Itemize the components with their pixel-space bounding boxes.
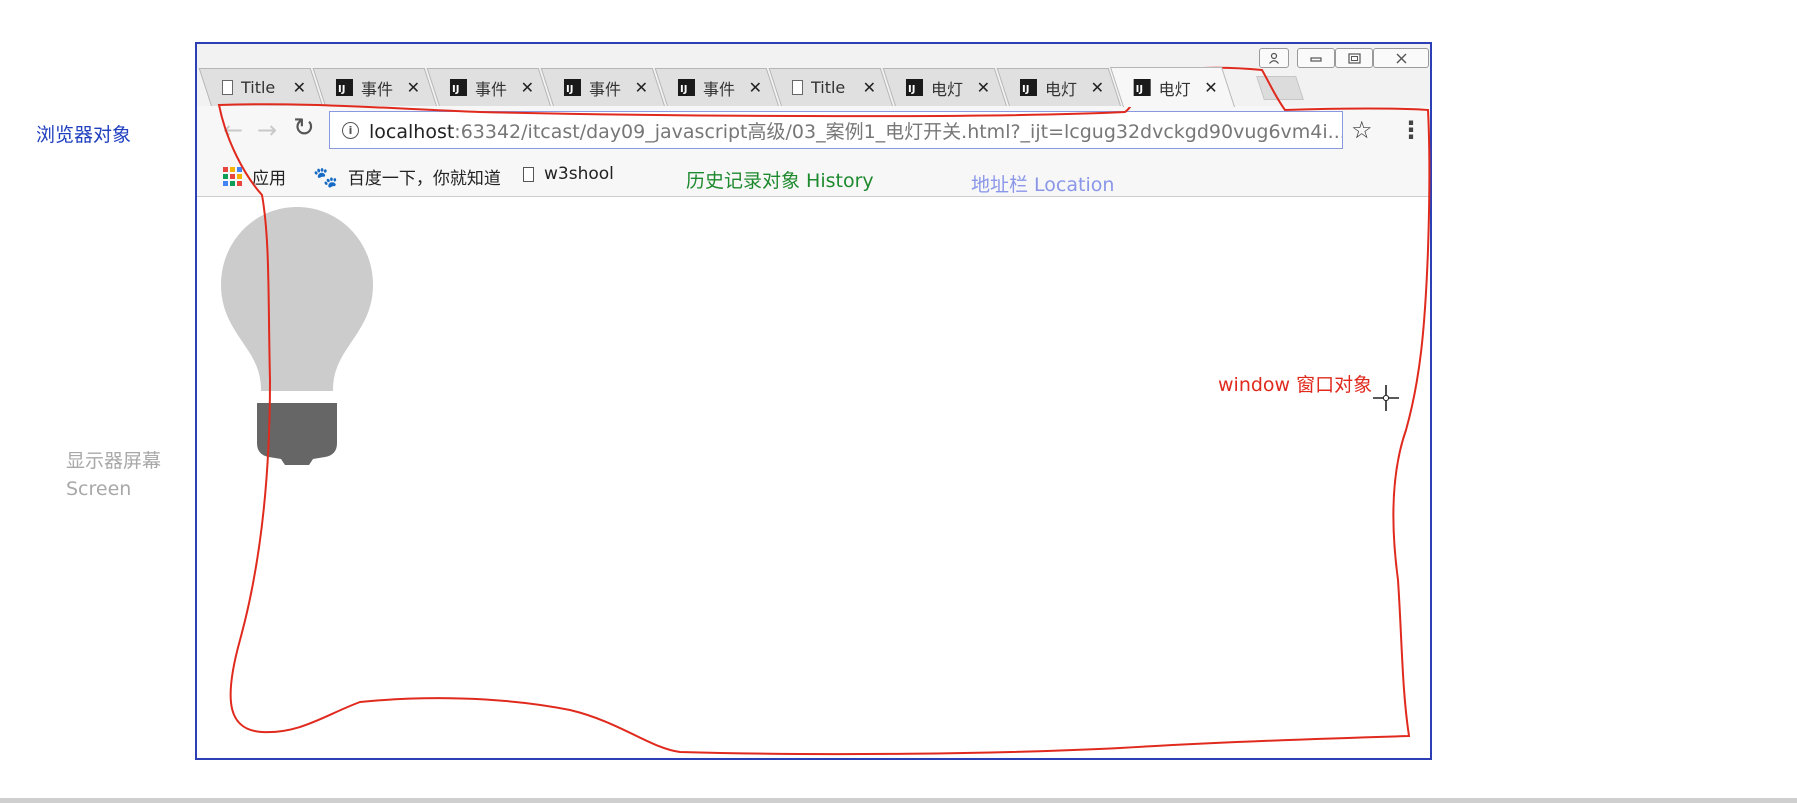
apps-grid-icon <box>223 167 242 186</box>
tab-close-icon[interactable]: ✕ <box>749 78 762 97</box>
address-bar[interactable]: i localhost:63342/itcast/day09_javascrip… <box>329 111 1343 149</box>
bookmark-w3-label: w3shool <box>544 164 614 184</box>
tab-title: 电灯 <box>1158 79 1191 99</box>
tab-strip: Title ✕ IJ 事件 ✕ IJ 事件 ✕ IJ 事件 ✕ IJ 事件 ✕ … <box>197 44 1430 107</box>
tab-close-icon[interactable]: ✕ <box>977 78 990 97</box>
location-annotation: 地址栏 Location <box>971 174 1115 196</box>
page-content <box>197 197 1430 758</box>
tab-title: Title <box>810 78 845 97</box>
back-arrow-icon[interactable]: ← <box>223 116 243 144</box>
tab-close-icon[interactable]: ✕ <box>635 78 648 97</box>
baidu-paw-icon: 🐾 <box>313 164 338 189</box>
new-tab-button[interactable] <box>1256 76 1304 100</box>
tab-close-icon[interactable]: ✕ <box>407 78 420 97</box>
tab[interactable]: IJ 事件 ✕ <box>540 68 665 106</box>
bottom-divider <box>0 798 1797 803</box>
intellij-icon: IJ <box>1133 79 1151 96</box>
star-icon[interactable]: ☆ <box>1351 116 1373 144</box>
bookmark-apps-label: 应用 <box>252 169 286 189</box>
tab-title: 事件 <box>360 79 394 99</box>
person-icon[interactable] <box>1259 48 1289 68</box>
tab-title: Title <box>240 78 275 97</box>
maximize-icon[interactable] <box>1335 48 1373 68</box>
tab[interactable]: Title ✕ <box>198 68 323 106</box>
history-annotation: 历史记录对象 History <box>686 170 874 192</box>
tab[interactable]: IJ 事件 ✕ <box>654 68 779 106</box>
tab[interactable]: IJ 电灯 ✕ <box>882 68 1007 106</box>
browser-window: Title ✕ IJ 事件 ✕ IJ 事件 ✕ IJ 事件 ✕ IJ 事件 ✕ … <box>195 42 1432 760</box>
tab[interactable]: IJ 事件 ✕ <box>426 68 551 106</box>
bookmark-baidu[interactable]: 🐾 百度一下，你就知道 <box>313 164 501 190</box>
intellij-icon: IJ <box>449 79 467 96</box>
tab-close-icon[interactable]: ✕ <box>1091 78 1104 97</box>
browser-object-label: 浏览器对象 <box>36 124 132 146</box>
page-icon <box>523 166 534 182</box>
window-annotation: window 窗口对象 <box>1218 374 1373 396</box>
screen-label-en: Screen <box>66 478 132 500</box>
url-host: localhost <box>369 120 455 143</box>
reload-icon[interactable]: ↻ <box>293 114 315 142</box>
intellij-icon: IJ <box>335 79 353 96</box>
tab-close-icon[interactable]: ✕ <box>1204 78 1217 97</box>
page-icon <box>221 80 233 95</box>
tab-title: 电灯 <box>930 79 964 99</box>
toolbar: ← → ↻ i localhost:63342/itcast/day09_jav… <box>197 106 1430 156</box>
intellij-icon: IJ <box>563 79 581 96</box>
tab-close-icon[interactable]: ✕ <box>521 78 534 97</box>
tab[interactable]: IJ 事件 ✕ <box>312 68 437 106</box>
intellij-icon: IJ <box>677 79 695 96</box>
tab-title: 事件 <box>588 79 622 99</box>
bookmark-w3shool[interactable]: w3shool <box>523 164 614 184</box>
url-path: :63342/itcast/day09_javascript高级/03_案例1_… <box>454 120 1343 143</box>
screen-label-cn: 显示器屏幕 <box>66 450 162 472</box>
minimize-icon[interactable] <box>1297 48 1335 68</box>
bookmark-apps[interactable]: 应用 <box>223 164 286 189</box>
tab-title: 电灯 <box>1044 79 1078 99</box>
crosshair-cursor-icon <box>1373 385 1399 411</box>
page-icon <box>791 80 803 95</box>
tab-close-icon[interactable]: ✕ <box>293 78 306 97</box>
intellij-icon: IJ <box>1019 79 1037 96</box>
info-icon[interactable]: i <box>342 121 359 139</box>
tab-title: 事件 <box>474 79 508 99</box>
tab-close-icon[interactable]: ✕ <box>863 78 876 97</box>
menu-icon[interactable]: ⋮ <box>1399 116 1423 144</box>
tab[interactable]: Title ✕ <box>768 68 893 106</box>
forward-arrow-icon[interactable]: → <box>257 116 277 144</box>
tab-active[interactable]: IJ 电灯 ✕ <box>1110 67 1235 107</box>
tab[interactable]: IJ 电灯 ✕ <box>996 68 1121 106</box>
tab-title: 事件 <box>702 79 736 99</box>
light-bulb-image[interactable] <box>217 207 377 467</box>
close-icon[interactable] <box>1373 48 1429 68</box>
intellij-icon: IJ <box>905 79 923 96</box>
bookmark-baidu-label: 百度一下，你就知道 <box>347 169 501 189</box>
